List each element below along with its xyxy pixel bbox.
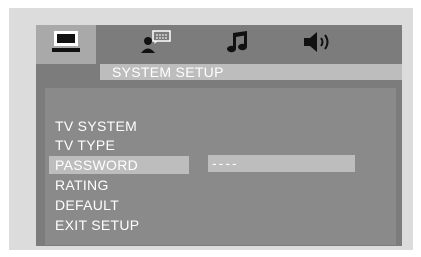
tab-system-setup[interactable] [36, 25, 96, 64]
person-speech-icon [139, 29, 173, 60]
password-field[interactable]: ---- [208, 155, 355, 172]
tv-monitor-icon [50, 29, 82, 60]
setup-panel: SYSTEM SETUP TV SYSTEM TV TYPE PASSWORD … [36, 25, 402, 246]
menu-content: TV SYSTEM TV TYPE PASSWORD RATING DEFAUL… [45, 88, 396, 245]
page-title: SYSTEM SETUP [112, 64, 224, 80]
menu-item-default[interactable]: DEFAULT [55, 196, 119, 214]
menu-item-password[interactable]: PASSWORD [49, 156, 189, 174]
tab-language-setup[interactable] [126, 25, 186, 64]
tab-bar [36, 25, 402, 64]
menu-item-rating[interactable]: RATING [55, 176, 109, 194]
music-note-icon [225, 29, 251, 60]
speaker-icon [301, 29, 335, 60]
osd-frame: SYSTEM SETUP TV SYSTEM TV TYPE PASSWORD … [9, 8, 413, 250]
tab-audio-setup[interactable] [208, 25, 268, 64]
tab-speaker-setup[interactable] [288, 25, 348, 64]
title-bar: SYSTEM SETUP [100, 64, 402, 80]
menu-item-tv-type[interactable]: TV TYPE [55, 136, 115, 154]
exit-setup-item[interactable]: EXIT SETUP [55, 216, 139, 234]
menu-item-tv-system[interactable]: TV SYSTEM [55, 117, 137, 135]
password-value: ---- [212, 155, 239, 171]
